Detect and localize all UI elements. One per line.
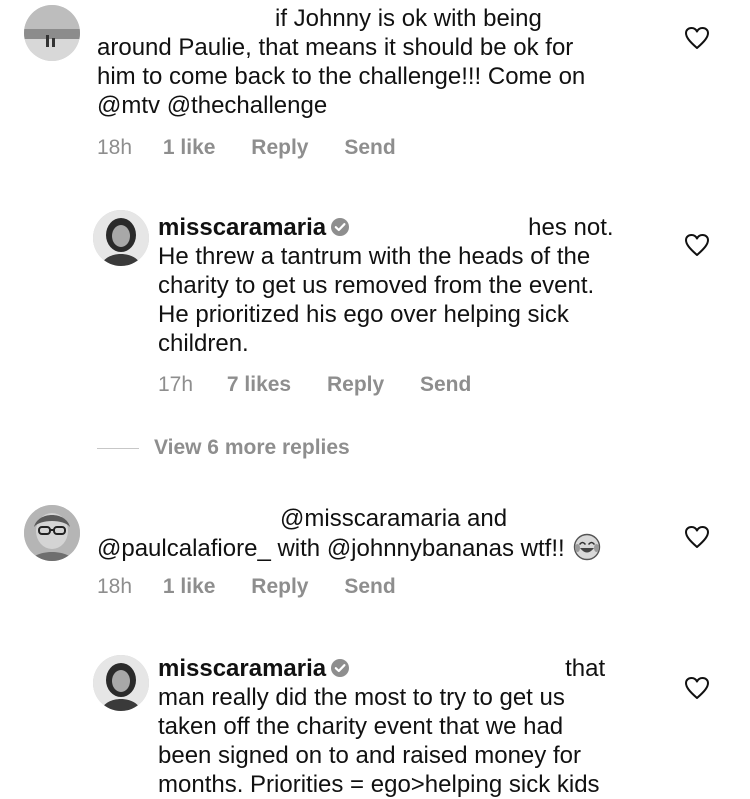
comment-line: that	[565, 655, 606, 682]
like-count[interactable]: 1 like	[163, 575, 216, 599]
comment-text: misscaramaria that man really did the mos…	[158, 654, 605, 799]
avatar[interactable]	[93, 210, 149, 266]
reply-button[interactable]: Reply	[251, 136, 308, 160]
avatar[interactable]	[93, 655, 149, 711]
comment-line: man really did the most to try to get us	[158, 684, 565, 711]
avatar-portrait-image	[93, 210, 149, 266]
comment-item: @misscaramaria and @paulcalafiore_ with …	[0, 495, 750, 615]
avatar[interactable]	[24, 5, 80, 61]
comment-line: taken off the charity event that we had	[158, 713, 564, 740]
verified-badge-icon	[331, 659, 350, 677]
comment-username[interactable]: misscaramaria	[158, 214, 326, 241]
avatar-portrait-image	[93, 655, 149, 711]
send-button[interactable]: Send	[344, 575, 395, 599]
comment-line: charity to get us removed from the event…	[158, 272, 595, 299]
comment-meta: 17h 7 likes Reply Send	[158, 373, 471, 397]
heart-outline-icon[interactable]	[684, 525, 710, 549]
comment-line: months. Priorities = ego>helping sick ki…	[158, 771, 600, 798]
comment-line: He prioritized his ego over helping sick	[158, 301, 569, 328]
replies-divider	[97, 447, 139, 449]
comment-line: if Johnny is ok with being	[275, 5, 542, 32]
like-count[interactable]: 1 like	[163, 136, 216, 160]
comment-line: been signed on to and raised money for	[158, 742, 581, 769]
like-count[interactable]: 7 likes	[227, 373, 291, 397]
comment-meta: 18h 1 like Reply Send	[97, 575, 396, 599]
comment-line: He threw a tantrum with the heads of the	[158, 243, 591, 270]
comment-line: @mtv @thechallenge	[97, 92, 328, 119]
comment-line: @paulcalafiore_ with @johnnybananas wtf!…	[97, 533, 601, 563]
reply-button[interactable]: Reply	[327, 373, 384, 397]
view-more-replies[interactable]: View 6 more replies	[97, 436, 350, 466]
comment-meta: 18h 1 like Reply Send	[97, 136, 396, 160]
comment-username[interactable]: misscaramaria	[158, 655, 326, 682]
avatar-beach-image	[24, 5, 80, 61]
verified-badge-icon	[331, 218, 350, 236]
send-button[interactable]: Send	[344, 136, 395, 160]
avatar[interactable]	[24, 505, 80, 561]
comment-text: if Johnny is ok with being around Paulie…	[97, 4, 585, 120]
reply-item: misscaramaria that man really did the mos…	[0, 645, 750, 798]
comment-item: if Johnny is ok with being around Paulie…	[0, 0, 750, 170]
comment-line: children.	[158, 330, 249, 357]
comment-time: 17h	[158, 373, 194, 396]
comment-text: misscaramaria hes not. He threw a tantrum…	[158, 213, 614, 358]
comment-line: @misscaramaria and	[280, 505, 508, 532]
comment-line: him to come back to the challenge!!! Com…	[97, 63, 586, 90]
avatar-glasses-image	[24, 505, 80, 561]
comment-time: 18h	[97, 575, 133, 598]
reply-item: misscaramaria hes not. He threw a tantrum…	[0, 200, 750, 420]
view-more-replies-label[interactable]: View 6 more replies	[154, 436, 350, 459]
tears-of-joy-emoji-icon	[573, 533, 600, 561]
comment-line: hes not.	[528, 214, 614, 241]
heart-outline-icon[interactable]	[684, 676, 710, 700]
comment-line: around Paulie, that means it should be o…	[97, 34, 574, 61]
heart-outline-icon[interactable]	[684, 233, 710, 257]
heart-outline-icon[interactable]	[684, 26, 710, 50]
comment-text: @misscaramaria and @paulcalafiore_ with …	[97, 504, 601, 563]
reply-button[interactable]: Reply	[251, 575, 308, 599]
send-button[interactable]: Send	[420, 373, 471, 397]
comment-time: 18h	[97, 136, 133, 159]
